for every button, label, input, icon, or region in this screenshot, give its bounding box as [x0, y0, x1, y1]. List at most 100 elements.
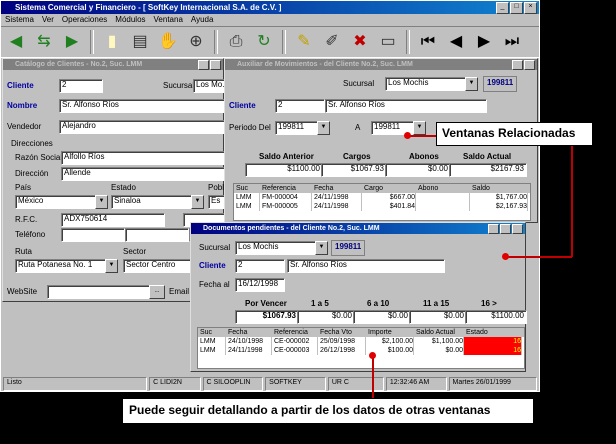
- pencil-icon[interactable]: ✎: [292, 30, 316, 54]
- menu-sistema[interactable]: Sistema: [5, 14, 34, 26]
- periodo-from-dropdown-button[interactable]: ▼: [317, 121, 330, 135]
- col-referencia: Referencia: [260, 184, 312, 193]
- record-icon[interactable]: ▤: [128, 30, 152, 54]
- mov-cliente-label: Cliente: [229, 101, 256, 110]
- comment-icon[interactable]: ▭: [376, 30, 400, 54]
- first-record-icon[interactable]: ⏮: [416, 30, 440, 54]
- website-input[interactable]: [47, 285, 151, 299]
- col-suc: Suc: [198, 328, 226, 337]
- cell: LMM: [198, 337, 226, 346]
- sucursal-label: Sucursal: [163, 81, 195, 90]
- pais-dropdown-button[interactable]: ▼: [95, 195, 108, 209]
- fecha-label: Fecha al: [199, 280, 230, 289]
- sucursal-input[interactable]: Los Mo...: [193, 79, 227, 93]
- minimize-button[interactable]: _: [496, 2, 509, 14]
- ruta-select[interactable]: Ruta Potanesa No. 1: [15, 259, 109, 273]
- related-windows-callout: Ventanas Relacionadas: [436, 122, 593, 146]
- telefono-input[interactable]: [61, 228, 125, 242]
- abonos-value: $0.00: [385, 163, 451, 177]
- movements-minimize-button[interactable]: [512, 60, 523, 70]
- menu-ventana[interactable]: Ventana: [154, 14, 183, 26]
- mov-cliente-name: Sr. Alfonso Ríos: [325, 99, 487, 113]
- periodo-to-dropdown-button[interactable]: ▼: [413, 121, 426, 135]
- direccion-label: Dirección: [15, 169, 49, 178]
- pend-sucursal-select[interactable]: Los Mochis: [235, 241, 319, 255]
- last-record-icon[interactable]: ⏭: [500, 30, 524, 54]
- cliente-input[interactable]: 2: [59, 79, 103, 93]
- arrow-left-icon[interactable]: ◀: [4, 30, 28, 54]
- menu-operaciones[interactable]: Operaciones: [62, 14, 107, 26]
- pending-close-button[interactable]: [512, 224, 523, 234]
- movements-maximize-button[interactable]: [524, 60, 535, 70]
- maximize-button[interactable]: □: [510, 2, 523, 14]
- toolbar-separator: [282, 30, 286, 54]
- cargos-value: $1067.93: [321, 163, 387, 177]
- estado-select[interactable]: Sinaloa: [111, 195, 195, 209]
- catalog-minimize-button[interactable]: [198, 60, 209, 70]
- close-button[interactable]: ×: [524, 2, 537, 14]
- arrow-right-icon[interactable]: ▶: [60, 30, 84, 54]
- new-document-icon[interactable]: ▮: [100, 30, 124, 54]
- vendedor-input[interactable]: Alejandro: [59, 120, 225, 134]
- refresh-icon[interactable]: ↻: [252, 30, 276, 54]
- menu-modulos[interactable]: Módulos: [115, 14, 145, 26]
- arrow-split-icon[interactable]: ⇆: [32, 30, 56, 54]
- pais-select[interactable]: México: [15, 195, 99, 209]
- mov-sucursal-dropdown-button[interactable]: ▼: [465, 77, 478, 91]
- cell: [416, 202, 470, 211]
- cell: LMM: [234, 193, 260, 202]
- hand-icon[interactable]: ✋: [156, 30, 180, 54]
- pend-cliente-input[interactable]: 2: [235, 259, 285, 273]
- menu-ver[interactable]: Ver: [42, 14, 54, 26]
- col-fecha: Fecha: [312, 184, 362, 193]
- menu-ayuda[interactable]: Ayuda: [191, 14, 214, 26]
- toolbar-separator: [214, 30, 218, 54]
- direccion-input[interactable]: Allende: [61, 167, 225, 181]
- pending-maximize-button[interactable]: [500, 224, 511, 234]
- binoculars-icon[interactable]: ⊕: [184, 30, 208, 54]
- cell: 25/09/1998: [318, 337, 366, 346]
- col-abono: Abono: [416, 184, 470, 193]
- printer-icon[interactable]: ⎙: [224, 30, 248, 54]
- toolbar: ◀ ⇆ ▶ ▮ ▤ ✋ ⊕ ⎙ ↻ ✎ ✐ ✖ ▭ ⏮ ◀ ▶ ⏭: [1, 26, 539, 58]
- saldo-actual-value: $2167.93: [449, 163, 527, 177]
- table-row[interactable]: LMM FM-000004 24/11/1998 $667.00 $1,767.…: [234, 193, 530, 202]
- col-importe: Importe: [366, 328, 414, 337]
- previous-record-icon[interactable]: ◀: [444, 30, 468, 54]
- razon-input[interactable]: Alfollo Ríos: [61, 151, 225, 165]
- mov-cliente-input[interactable]: 2: [275, 99, 325, 113]
- estado-dropdown-button[interactable]: ▼: [191, 195, 204, 209]
- cell: [416, 193, 470, 202]
- table-row[interactable]: LMM 24/11/1998 CE-000003 26/12/1998 $100…: [198, 346, 524, 355]
- pending-grid[interactable]: Suc Fecha Referencia Fecha Vto Importe S…: [197, 327, 525, 369]
- status-date: Martes 26/01/1999: [448, 377, 537, 391]
- rfc-input[interactable]: ADX750614: [61, 213, 165, 227]
- table-row[interactable]: LMM FM-000005 24/11/1998 $401.84 $2,167.…: [234, 202, 530, 211]
- website-browse-button[interactable]: ...: [149, 285, 165, 299]
- table-row[interactable]: LMM 24/10/1998 CE-000002 25/09/1998 $2,1…: [198, 337, 524, 346]
- col-fecha-vto: Fecha Vto: [318, 328, 366, 337]
- cell: $667.00: [362, 193, 416, 202]
- pending-minimize-button[interactable]: [488, 224, 499, 234]
- fax-input[interactable]: [125, 228, 189, 242]
- catalog-maximize-button[interactable]: [210, 60, 221, 70]
- pend-cliente-label: Cliente: [199, 261, 226, 270]
- fecha-input[interactable]: 16/12/1998: [235, 278, 285, 292]
- movements-grid[interactable]: Suc Referencia Fecha Cargo Abono Saldo L…: [233, 183, 531, 221]
- pend-sucursal-dropdown-button[interactable]: ▼: [315, 241, 328, 255]
- grid-header-row: Suc Referencia Fecha Cargo Abono Saldo: [234, 184, 530, 193]
- aging-1-5-header: 1 a 5: [311, 299, 329, 308]
- status-user: C LIDI2N: [149, 377, 201, 391]
- status-badge: 16: [464, 346, 522, 355]
- nombre-input[interactable]: Sr. Alfonso Ríos: [59, 99, 225, 113]
- periodo-label: Periodo Del: [229, 123, 271, 132]
- status-mode: UR C: [327, 377, 384, 391]
- delete-icon[interactable]: ✖: [348, 30, 372, 54]
- status-time: 12:32:46 AM: [385, 377, 447, 391]
- periodo-from-select[interactable]: 199811: [275, 121, 321, 135]
- ruta-label: Ruta: [15, 247, 32, 256]
- ruta-dropdown-button[interactable]: ▼: [105, 259, 118, 273]
- mov-sucursal-select[interactable]: Los Mochis: [385, 77, 469, 91]
- next-record-icon[interactable]: ▶: [472, 30, 496, 54]
- brush-icon[interactable]: ✐: [320, 30, 344, 54]
